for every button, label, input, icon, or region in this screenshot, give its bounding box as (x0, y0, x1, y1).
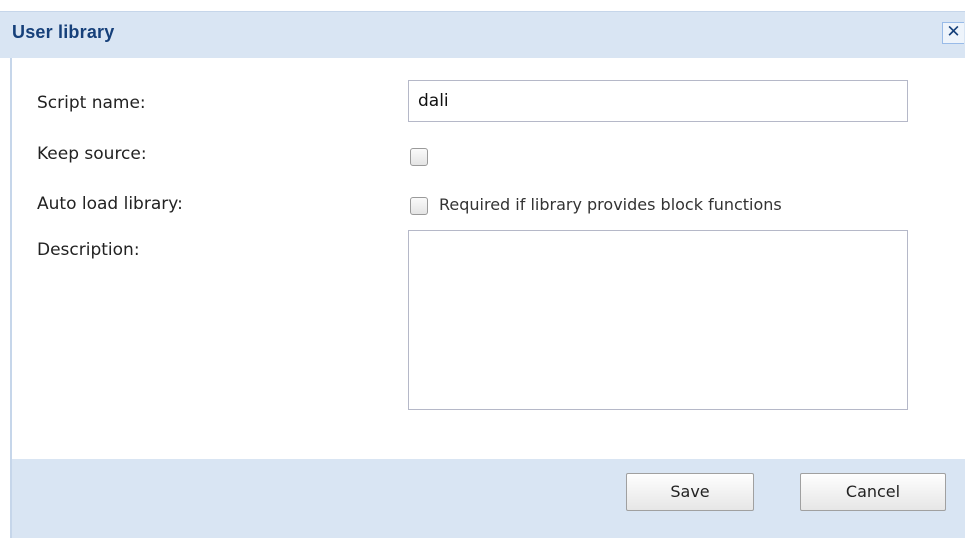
script-name-input[interactable] (408, 80, 908, 122)
dialog-titlebar: User library ✕ (0, 11, 965, 58)
dialog-body: Script name: Keep source: Auto load libr… (12, 58, 965, 459)
dialog-title: User library (12, 22, 115, 42)
close-icon: ✕ (946, 22, 961, 42)
save-button[interactable]: Save (626, 473, 754, 511)
cancel-button[interactable]: Cancel (800, 473, 946, 511)
auto-load-checkbox[interactable] (410, 197, 428, 215)
close-button[interactable]: ✕ (942, 22, 964, 44)
description-label: Description: (37, 240, 140, 260)
auto-load-note: Required if library provides block funct… (439, 195, 782, 214)
keep-source-label: Keep source: (37, 144, 147, 164)
description-textarea[interactable] (408, 230, 908, 410)
auto-load-label: Auto load library: (37, 194, 183, 214)
keep-source-checkbox[interactable] (410, 148, 428, 166)
script-name-label: Script name: (37, 93, 146, 113)
user-library-dialog: User library ✕ Script name: Keep source:… (0, 0, 965, 538)
dialog-footer: Save Cancel (12, 459, 965, 538)
